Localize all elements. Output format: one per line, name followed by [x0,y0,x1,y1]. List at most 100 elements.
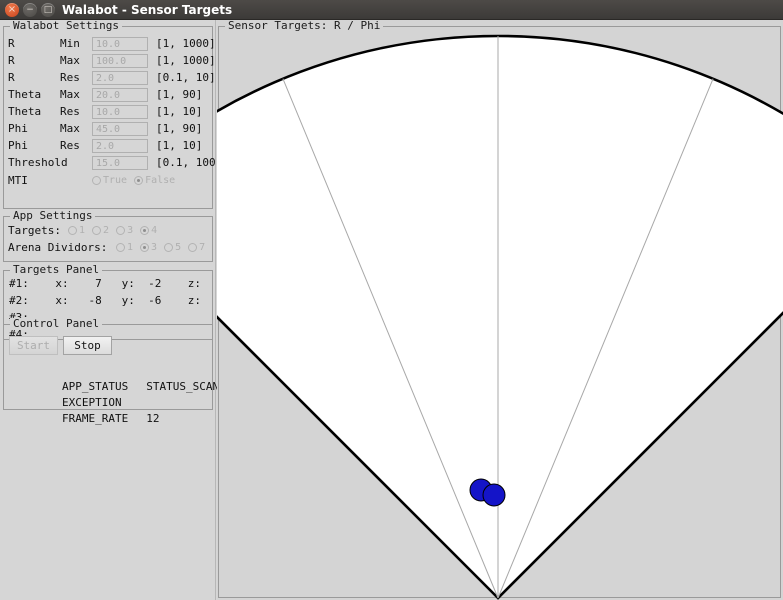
title-bar: × − □ Walabot - Sensor Targets [0,0,783,20]
walabot-settings-legend: Walabot Settings [10,20,122,32]
setting-row-threshold: Threshold 15.0 [0.1, 100] [8,154,222,171]
minimize-icon: − [26,5,34,15]
radio-selected-icon [140,243,150,253]
radio-icon [92,226,102,236]
setting-row-theta-res: Theta Res 10.0 [1, 10] [8,103,202,120]
setting-label-primary: R [8,37,15,50]
arena-sector [217,34,783,600]
targets-radio-1-label: 1 [79,225,86,237]
frame-rate-value: 12 [146,412,160,425]
setting-label-primary: Phi [8,139,28,152]
close-button[interactable]: × [5,3,19,17]
setting-label-primary: Theta [8,105,42,118]
targets-panel-legend: Targets Panel [10,264,103,276]
maximize-button[interactable]: □ [41,3,55,17]
setting-label-primary: Phi [8,122,28,135]
targets-radio-4-label: 4 [151,225,158,237]
setting-label-secondary: Res [60,105,80,118]
radio-selected-icon [140,226,150,236]
walabot-settings-group: Walabot Settings R Min 10.0 [1, 1000] R Max 1… [3,20,222,209]
setting-row-mti: MTI True False [8,172,182,189]
app-settings-group: App Settings Targets: 1 2 3 4 Arena Dividors… [3,210,213,262]
radio-icon [68,226,77,236]
targets-radio-3-label: 3 [127,225,134,237]
control-panel-group: Control Panel Start Stop APP_STATUS STATU… [3,318,246,425]
setting-label-secondary: Max [60,122,80,135]
arena-canvas [217,34,783,600]
phi-res-range: [1, 10] [156,139,203,152]
control-panel-legend: Control Panel [10,318,103,330]
exception-row: EXCEPTION [9,379,140,409]
setting-row-theta-max: Theta Max 20.0 [1, 90] [8,86,202,103]
window-title: Walabot - Sensor Targets [62,3,233,17]
setting-row-phi-res: Phi Res 2.0 [1, 10] [8,137,202,154]
targets-radio-2[interactable]: 2 [92,222,109,240]
target-row-1: #1: x: 7 y: -2 z: 19 [9,277,235,290]
targets-row: Targets: 1 2 3 4 [8,222,164,239]
arena-dividors-label: Arena Dividors: [8,241,108,254]
setting-label-primary: R [8,71,15,84]
target-marker [482,483,506,507]
stop-button[interactable]: Stop [63,336,112,355]
setting-label-secondary: Max [60,88,80,101]
setting-label-secondary: Res [60,139,80,152]
mti-radio-false-label: False [145,175,176,187]
setting-row-r-res: R Res 2.0 [0.1, 10] [8,69,216,86]
frame-rate-key: FRAME_RATE [61,412,129,425]
theta-max-range: [1, 90] [156,88,203,101]
dividors-radio-5[interactable]: 5 [164,239,181,257]
setting-label-secondary: Min [60,37,80,50]
mti-radio-true-label: True [103,175,128,187]
setting-row-phi-max: Phi Max 45.0 [1, 90] [8,120,202,137]
targets-radio-1[interactable]: 1 [68,222,85,240]
close-icon: × [7,4,17,15]
r-res-range: [0.1, 10] [156,71,216,84]
r-min-input[interactable]: 10.0 [92,37,148,51]
dividors-radio-1-label: 1 [127,242,134,254]
targets-label: Targets: [8,224,61,237]
dividors-radio-3[interactable]: 3 [140,239,157,257]
setting-row-r-max: R Max 100.0 [1, 1000] [8,52,216,69]
mti-radio-true[interactable]: True [92,172,127,190]
phi-res-input[interactable]: 2.0 [92,139,148,153]
radio-icon [116,226,126,236]
radio-icon [116,243,125,253]
window-controls: × − □ [5,3,55,17]
r-min-range: [1, 1000] [156,37,216,50]
r-res-input[interactable]: 2.0 [92,71,148,85]
dividors-radio-5-label: 5 [175,242,182,254]
theta-max-input[interactable]: 20.0 [92,88,148,102]
maximize-icon: □ [43,5,53,15]
target-row-2: #2: x: -8 y: -6 z: 20 [9,294,235,307]
setting-label-primary: Theta [8,88,42,101]
r-max-range: [1, 1000] [156,54,216,67]
dividors-radio-7[interactable]: 7 [188,239,205,257]
theta-res-input[interactable]: 10.0 [92,105,148,119]
arena-dividors-row: Arena Dividors: 1 3 5 7 [8,239,212,256]
sensor-plot-column: Sensor Targets: R / Phi [217,20,783,600]
mti-label: MTI [8,174,28,187]
setting-label-primary: Threshold [8,156,68,169]
r-max-input[interactable]: 100.0 [92,54,148,68]
targets-radio-2-label: 2 [103,225,110,237]
settings-column: Walabot Settings R Min 10.0 [1, 1000] R Max 1… [0,20,246,600]
theta-res-range: [1, 10] [156,105,203,118]
setting-label-secondary: Res [60,71,80,84]
targets-radio-4[interactable]: 4 [140,222,157,240]
radio-icon [188,243,198,253]
setting-label-primary: R [8,54,15,67]
targets-radio-3[interactable]: 3 [116,222,133,240]
dividors-radio-3-label: 3 [151,242,158,254]
app-status-row: APP_STATUS STATUS_SCANNING [9,363,246,393]
phi-max-range: [1, 90] [156,122,203,135]
threshold-range: [0.1, 100] [156,156,223,169]
frame-rate-row: FRAME_RATE 12 [9,395,159,425]
threshold-input[interactable]: 15.0 [92,156,148,170]
setting-label-secondary: Max [60,54,80,67]
minimize-button[interactable]: − [23,3,37,17]
phi-max-input[interactable]: 45.0 [92,122,148,136]
start-button[interactable]: Start [9,336,58,355]
mti-radio-false[interactable]: False [134,172,175,190]
app-settings-legend: App Settings [10,210,96,222]
dividors-radio-1[interactable]: 1 [116,239,133,257]
